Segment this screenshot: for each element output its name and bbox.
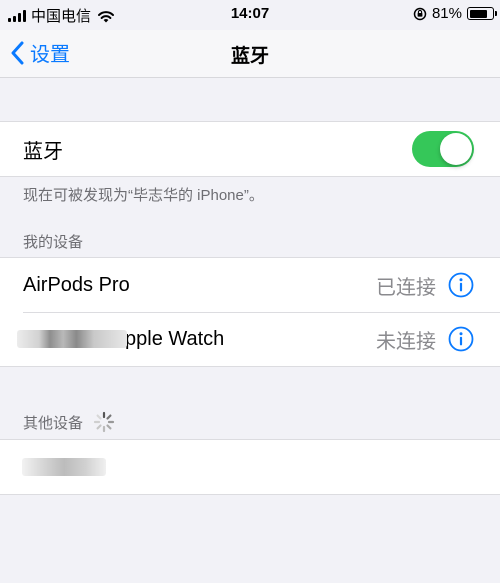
- blurred-device-name-prefix: [17, 330, 127, 348]
- my-devices-header: 我的设备: [23, 234, 84, 251]
- other-device-row[interactable]: [0, 440, 500, 494]
- device-row-watch[interactable]: pple Watch 未连接: [0, 312, 500, 366]
- my-devices-list: AirPods Pro 已连接 pple Watch 未连接: [0, 257, 500, 367]
- info-icon[interactable]: [448, 326, 474, 352]
- discoverable-note: 现在可被发现为“毕志华的 iPhone”。: [23, 187, 264, 204]
- battery-fill: [469, 9, 488, 18]
- other-devices-header: 其他设备: [23, 411, 115, 433]
- orientation-lock-icon: [413, 7, 427, 20]
- loading-spinner-icon: [93, 411, 115, 433]
- bluetooth-toggle[interactable]: [412, 131, 474, 167]
- page-title: 蓝牙: [230, 46, 269, 67]
- bluetooth-toggle-group: 蓝牙: [0, 121, 500, 177]
- blurred-device-name: [22, 458, 106, 476]
- device-status: 未连接: [376, 330, 436, 353]
- device-row-airpods[interactable]: AirPods Pro 已连接: [0, 258, 500, 312]
- status-bar: 中国电信 14:07 81%: [0, 0, 500, 30]
- other-devices-label: 其他设备: [23, 414, 84, 432]
- bluetooth-toggle-row: 蓝牙: [0, 122, 500, 176]
- toggle-knob: [440, 133, 472, 165]
- battery-icon: [467, 7, 497, 20]
- device-status: 已连接: [376, 276, 436, 299]
- battery-percent: 81%: [431, 5, 462, 22]
- info-icon[interactable]: [448, 272, 474, 298]
- navigation-bar: 设置 蓝牙: [0, 30, 500, 78]
- status-right: 81%: [413, 5, 497, 22]
- other-devices-list: [0, 439, 500, 495]
